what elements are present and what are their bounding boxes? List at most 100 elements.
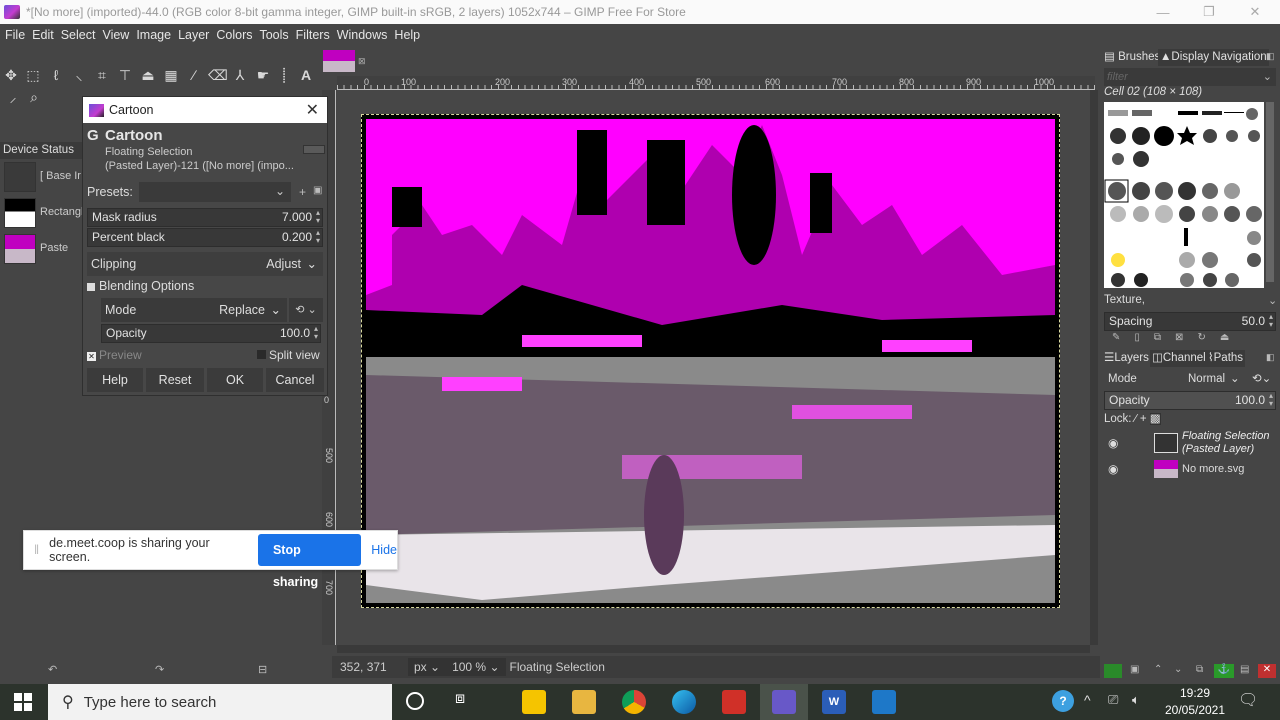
undo-icon[interactable]: ↶: [48, 663, 57, 676]
duplicate-layer-icon[interactable]: ⧉: [1196, 664, 1203, 675]
brush-grid[interactable]: [1104, 102, 1264, 288]
menu-edit[interactable]: Edit: [32, 28, 54, 42]
vertical-scrollbar[interactable]: [1090, 90, 1098, 645]
task-view-icon[interactable]: ⧈: [455, 690, 465, 708]
spin-arrows-icon[interactable]: ▴ ▾: [1269, 392, 1273, 408]
stop-sharing-button[interactable]: Stop sharing: [257, 534, 362, 589]
cortana-icon[interactable]: [406, 692, 424, 710]
menu-windows[interactable]: Windows: [337, 28, 388, 42]
image-tab-thumbnail[interactable]: [323, 50, 355, 72]
eye-visible-icon[interactable]: ◉: [1108, 462, 1118, 476]
brush-filter-input[interactable]: filter ⌄: [1104, 68, 1276, 86]
add-preset-icon[interactable]: +: [299, 185, 306, 199]
menu-filters[interactable]: Filters: [296, 28, 330, 42]
file-explorer-app-icon[interactable]: [572, 690, 596, 714]
transform-tool-icon[interactable]: ⊤: [116, 66, 134, 84]
help-tray-icon[interactable]: ?: [1052, 690, 1074, 712]
lock-position-icon[interactable]: +: [1140, 413, 1150, 425]
drag-handle-icon[interactable]: ‖: [34, 543, 39, 557]
composite-icon[interactable]: ⟲⌄: [1252, 369, 1271, 389]
red-app-icon[interactable]: [722, 690, 746, 714]
layer-opacity-spinner[interactable]: Opacity 100.0 ▴ ▾: [1104, 391, 1276, 410]
warp-tool-icon[interactable]: ⏏: [139, 66, 157, 84]
layer-row[interactable]: ◉ No more.svg: [1100, 458, 1280, 480]
duplicate-brush-icon[interactable]: ⧉: [1154, 332, 1175, 343]
menu-layer[interactable]: Layer: [178, 28, 209, 42]
tab-paths[interactable]: ⌇Paths: [1206, 350, 1246, 367]
unit-select[interactable]: px ⌄: [408, 658, 447, 676]
edge-app-icon[interactable]: [672, 690, 696, 714]
image-canvas[interactable]: [361, 114, 1060, 608]
help-button[interactable]: Help: [87, 368, 143, 392]
text-tool-icon[interactable]: A: [297, 66, 315, 84]
clear-icon[interactable]: ⊟: [258, 663, 267, 676]
spin-arrows-icon[interactable]: ▴ ▾: [1269, 313, 1273, 329]
menu-tools[interactable]: Tools: [259, 28, 288, 42]
new-layer-group-icon[interactable]: [1104, 664, 1122, 678]
redo-icon[interactable]: ↷: [155, 663, 164, 676]
anchor-layer-icon[interactable]: ⚓: [1214, 664, 1234, 678]
move-tool-icon[interactable]: ✥: [2, 66, 20, 84]
cancel-button[interactable]: Cancel: [266, 368, 324, 392]
close-image-tab-icon[interactable]: ⊠: [358, 56, 366, 67]
spacing-spinner[interactable]: Spacing 50.0 ▴ ▾: [1104, 312, 1276, 331]
delete-layer-icon[interactable]: ✕: [1258, 664, 1276, 678]
reset-button[interactable]: Reset: [146, 368, 204, 392]
device-status-tab[interactable]: Device Status: [0, 142, 82, 159]
clock-date[interactable]: 20/05/2021: [1160, 703, 1230, 717]
show-hidden-icons-icon[interactable]: ^: [1084, 692, 1091, 708]
sticky-notes-app-icon[interactable]: [522, 690, 546, 714]
dock-menu-icon[interactable]: ◧: [1266, 51, 1275, 62]
brush-tag-select[interactable]: Texture,: [1104, 294, 1145, 306]
clone-tool-icon[interactable]: ⅄: [231, 66, 249, 84]
path-tool-icon[interactable]: ⸽: [275, 66, 293, 84]
ok-button[interactable]: OK: [207, 368, 263, 392]
open-brush-icon[interactable]: ⏏: [1220, 332, 1243, 343]
preview-toggle-icon[interactable]: [303, 145, 325, 154]
meet-now-icon[interactable]: ⎚: [1108, 692, 1118, 708]
taskbar-search-box[interactable]: ⚲ Type here to search: [48, 684, 392, 720]
windows-start-icon[interactable]: [14, 693, 32, 711]
zoom-tool-icon[interactable]: ⌕: [25, 88, 43, 106]
preset-menu-icon[interactable]: ▣: [313, 185, 322, 196]
menu-image[interactable]: Image: [136, 28, 171, 42]
paintbrush-tool-icon[interactable]: ∕: [185, 66, 203, 84]
horizontal-ruler[interactable]: 0 100 200 300 400 500 600 700 800 900 10…: [337, 76, 1095, 90]
layer-mask-icon[interactable]: ▤: [1240, 664, 1249, 675]
blend-mode-select[interactable]: Mode Replace ⌄: [101, 298, 287, 322]
layer-row[interactable]: ◉ Floating Selection (Pasted Layer): [1100, 430, 1280, 456]
split-view-checkbox[interactable]: Split view: [257, 348, 320, 362]
spin-arrows-icon[interactable]: ▴ ▾: [314, 325, 318, 341]
spin-arrows-icon[interactable]: ▴ ▾: [316, 209, 320, 225]
volume-icon[interactable]: 🔈︎: [1132, 692, 1140, 708]
menu-colors[interactable]: Colors: [216, 28, 252, 42]
opacity-spinner[interactable]: Opacity 100.0 ▴ ▾: [101, 324, 321, 343]
clipping-select[interactable]: Clipping Adjust ⌄: [87, 252, 323, 276]
notifications-icon[interactable]: 🗨︎: [1238, 690, 1258, 710]
tab-display-navigation[interactable]: ▲Display Navigation: [1158, 49, 1269, 66]
tab-layers[interactable]: ☰Layers: [1104, 350, 1149, 367]
tab-brushes[interactable]: ▤ Brushes: [1104, 49, 1160, 66]
hide-button[interactable]: Hide: [371, 543, 397, 557]
dock-menu-icon[interactable]: ◧: [1266, 352, 1275, 363]
mask-radius-spinner[interactable]: Mask radius 7.000 ▴ ▾: [87, 208, 323, 227]
tab-channels[interactable]: ◫Channels: [1150, 350, 1214, 367]
gimp-app-icon[interactable]: [772, 690, 796, 714]
close-dialog-icon[interactable]: ✕: [306, 100, 319, 120]
eraser-tool-icon[interactable]: ⌫: [208, 66, 228, 84]
color-picker-tool-icon[interactable]: ⸝: [4, 88, 22, 106]
chrome-app-icon[interactable]: [622, 690, 646, 714]
edit-brush-icon[interactable]: ✎: [1112, 332, 1134, 343]
menu-select[interactable]: Select: [61, 28, 96, 42]
word-app-icon[interactable]: W: [822, 690, 846, 714]
preview-checkbox[interactable]: ✕ Preview: [87, 348, 142, 362]
lock-alpha-icon[interactable]: ▩: [1149, 413, 1161, 425]
spin-arrows-icon[interactable]: ▴ ▾: [316, 229, 320, 245]
menu-help[interactable]: Help: [394, 28, 420, 42]
presets-dropdown[interactable]: ⌄: [139, 182, 291, 202]
clock-time[interactable]: 19:29: [1160, 686, 1230, 700]
minimize-button[interactable]: —: [1140, 0, 1186, 24]
close-window-button[interactable]: ✕: [1232, 0, 1278, 24]
brush-grid-scrollbar[interactable]: [1266, 102, 1274, 282]
composite-mode-select[interactable]: ⟲ ⌄: [289, 298, 323, 322]
